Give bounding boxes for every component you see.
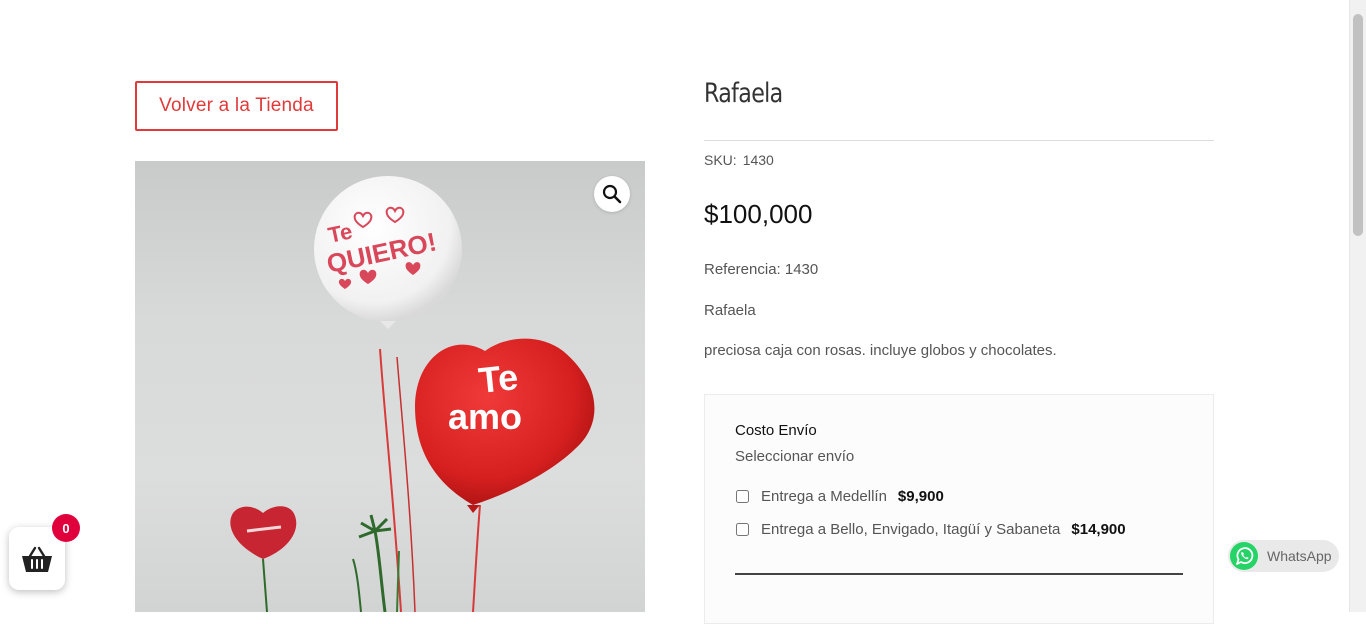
shipping-checkbox-area[interactable] — [736, 523, 749, 536]
description-text: preciosa caja con rosas. incluye globos … — [704, 342, 1057, 359]
back-to-shop-button[interactable]: Volver a la Tienda — [135, 81, 338, 131]
whatsapp-label: WhatsApp — [1267, 548, 1332, 564]
shipping-subtitle: Seleccionar envío — [735, 448, 855, 465]
shipping-option-area[interactable]: Entrega a Bello, Envigado, Itagüí y Saba… — [735, 521, 1126, 538]
description-name: Rafaela — [704, 302, 756, 319]
whatsapp-button[interactable]: WhatsApp — [1228, 540, 1339, 572]
scrollbar-thumb[interactable] — [1353, 14, 1363, 236]
red-balloon-text-1: Te — [477, 356, 520, 401]
product-image[interactable]: Te QUIERO! Te amo — [135, 161, 645, 612]
shipping-divider — [735, 573, 1183, 575]
sku: SKU: 1430 — [704, 152, 774, 168]
description-reference: Referencia: 1430 — [704, 261, 819, 278]
whatsapp-icon — [1230, 542, 1258, 570]
shipping-option-medellin[interactable]: Entrega a Medellín $9,900 — [735, 488, 944, 505]
page-scrollbar[interactable] — [1349, 0, 1366, 612]
shipping-option-price: $14,900 — [1071, 521, 1126, 538]
title-divider — [704, 140, 1214, 141]
shipping-option-label: Entrega a Medellín — [761, 488, 887, 505]
shipping-option-label: Entrega a Bello, Envigado, Itagüí y Saba… — [761, 521, 1061, 538]
zoom-button[interactable] — [594, 176, 630, 212]
red-balloon-text-2: amo — [448, 396, 522, 437]
product-title: Rafaela — [704, 78, 783, 109]
cart-count-badge: 0 — [52, 514, 80, 542]
product-price: $100,000 — [704, 199, 813, 229]
shipping-title: Costo Envío — [735, 422, 817, 439]
search-icon — [602, 184, 622, 204]
sku-label: SKU: — [704, 152, 737, 168]
shipping-option-price: $9,900 — [897, 488, 944, 505]
sku-value: 1430 — [742, 152, 774, 168]
basket-icon — [22, 546, 52, 572]
shipping-checkbox-medellin[interactable] — [736, 490, 749, 503]
